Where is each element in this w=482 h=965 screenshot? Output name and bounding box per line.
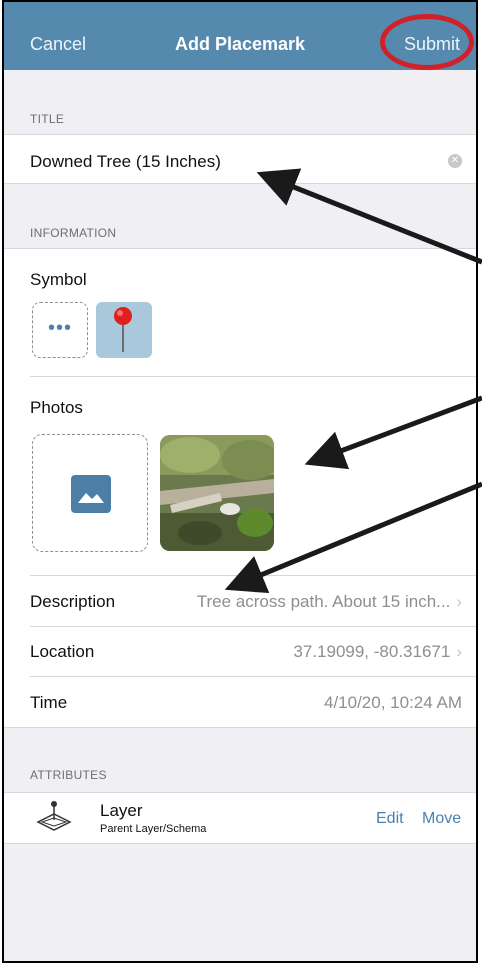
layer-row: [4, 793, 476, 843]
submit-highlight-circle: [380, 14, 474, 70]
add-photo-button[interactable]: [32, 434, 148, 552]
divider: [30, 376, 476, 377]
photo-thumbnail[interactable]: [160, 435, 274, 551]
chevron-right-icon: ›: [456, 592, 462, 611]
divider: [4, 843, 476, 844]
information-section-header: INFORMATION: [30, 226, 117, 240]
add-photo-icon: [71, 475, 111, 513]
clear-circle-icon[interactable]: ✕: [448, 154, 462, 168]
layer-move-button[interactable]: Move: [422, 810, 461, 828]
description-row[interactable]: Tree across path. About 15 inch... ›: [197, 592, 462, 612]
app-screen: Cancel Add Placemark Submit TITLE Downed…: [2, 0, 478, 963]
red-map-pin-icon[interactable]: [96, 302, 152, 358]
description-value: Tree across path. About 15 inch...: [196, 592, 451, 611]
time-label: Time: [30, 693, 68, 712]
location-value: 37.19099, -80.31671: [293, 642, 451, 661]
divider: [30, 626, 476, 627]
symbol-label: Symbol: [30, 270, 87, 289]
location-label: Location: [30, 642, 95, 661]
layer-name: Layer: [100, 801, 143, 820]
divider: [4, 183, 476, 184]
photos-label: Photos: [30, 398, 83, 417]
description-label: Description: [30, 592, 116, 611]
attributes-section-header: ATTRIBUTES: [30, 768, 107, 782]
time-value[interactable]: 4/10/20, 10:24 AM: [324, 693, 462, 713]
layer-subtitle: Parent Layer/Schema: [100, 823, 207, 835]
divider: [30, 676, 476, 677]
title-section-header: TITLE: [30, 112, 65, 126]
layer-edit-button[interactable]: Edit: [376, 810, 404, 828]
divider: [4, 727, 476, 728]
more-symbols-button[interactable]: •••: [32, 302, 88, 358]
layer-stack-icon: [34, 800, 74, 841]
title-input[interactable]: Downed Tree (15 Inches): [30, 152, 221, 172]
location-row[interactable]: 37.19099, -80.31671 ›: [293, 642, 462, 662]
divider: [30, 575, 476, 576]
chevron-right-icon: ›: [456, 642, 462, 661]
